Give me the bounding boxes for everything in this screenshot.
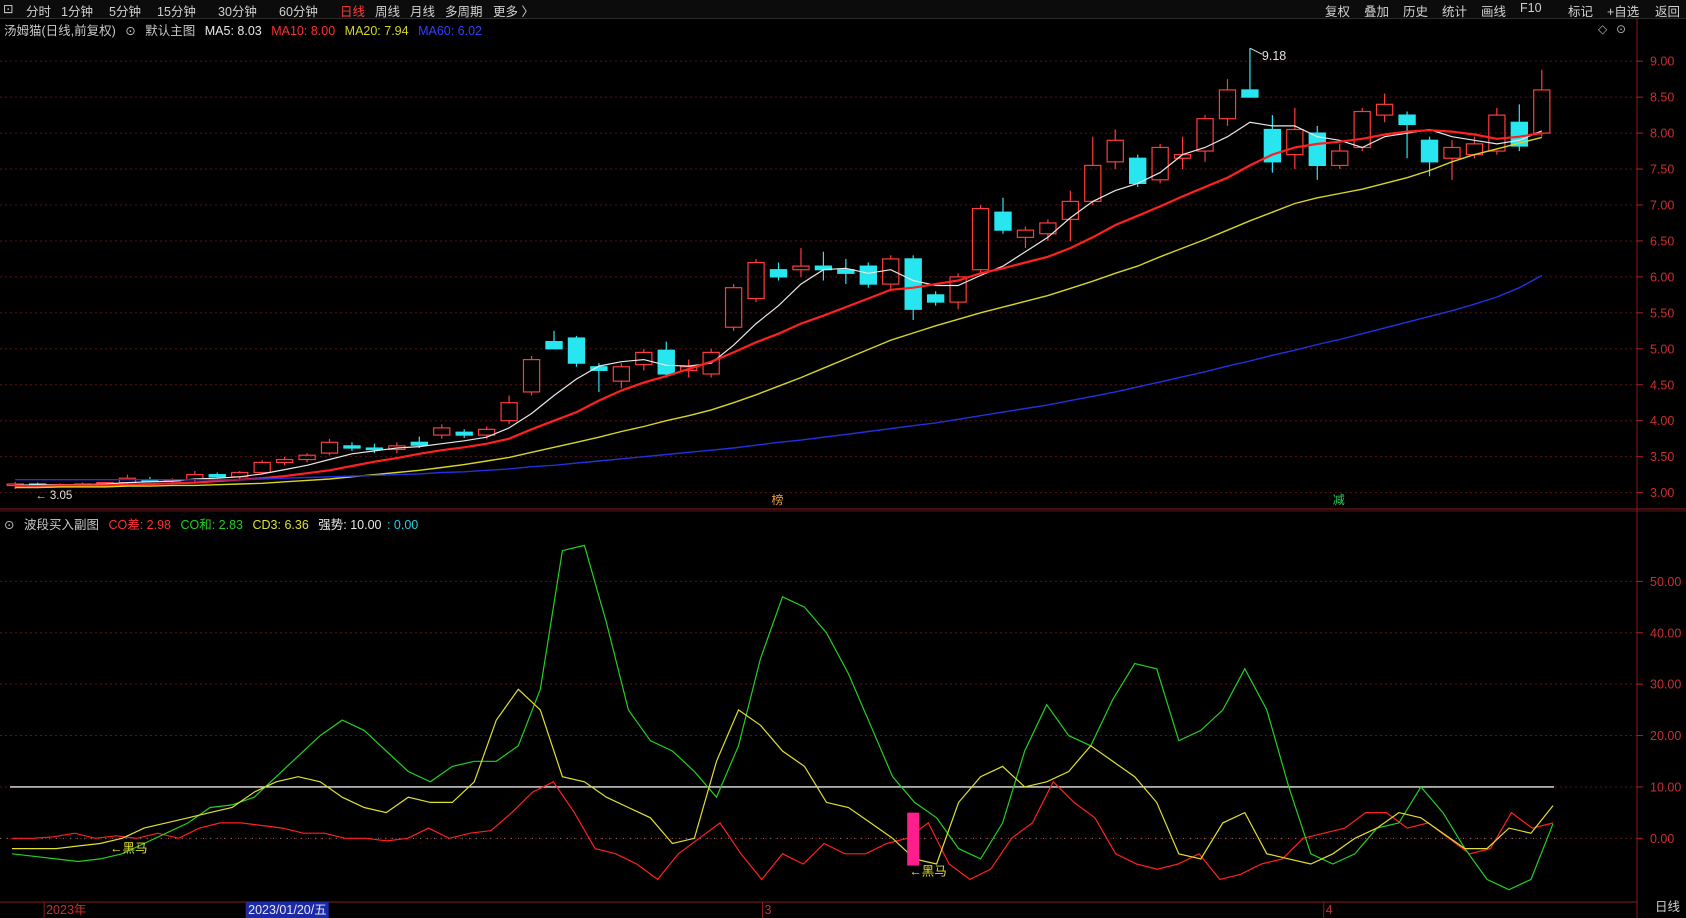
high-marker [1249,47,1263,55]
candle-body [657,349,675,375]
price-tick-label: 6.50 [1650,234,1674,248]
indicator-line-0 [12,780,1554,881]
candle-body [410,441,428,446]
candle-body [1218,89,1237,120]
price-tick-label: 5.00 [1650,342,1674,356]
candle-body [455,431,473,436]
heima-label: ←黑马 [110,842,148,856]
indicator-tick-label: 40.00 [1650,626,1681,640]
candle-body [1084,164,1102,202]
main-chart-legend: 汤姆猫(日线,前复权) ⊙ 默认主图 MA5: 8.03 MA10: 8.00 … [4,20,488,39]
candle-body [1375,103,1394,116]
target-icon: ⊙ [1616,22,1626,36]
candle-body [1241,89,1259,98]
indicator-tick-label: 50.00 [1650,575,1681,589]
price-tick-label: 8.50 [1650,91,1674,105]
candle-body [994,211,1012,231]
candle-body [253,461,271,474]
candle-body [1420,139,1439,163]
stock-title[interactable]: 汤姆猫(日线,前复权) [4,24,116,38]
candle-body [1398,114,1416,126]
candle-body [545,341,563,350]
price-tick-label: 3.00 [1650,486,1674,500]
candle-body [208,474,226,478]
indicator-line-2 [12,688,1554,865]
template-name[interactable]: 默认主图 [145,24,195,38]
sub-chart-legend: ⊙ 波段买入副图 CO差: 2.98 CO和: 2.83 CD3: 6.36 强… [4,514,424,533]
period-tab-daily[interactable]: 日线 [1655,896,1680,915]
ma60-value: MA60: 6.02 [418,24,483,38]
time-axis-label: 2023年 [46,903,86,917]
candle-body [343,445,361,449]
ma-line-ma10 [15,129,1542,488]
event-mark-jian: 减 [1333,493,1345,507]
candle-body [275,458,294,464]
price-tick-label: 3.50 [1650,450,1674,464]
collapse-icon[interactable]: ⊙ [4,518,14,532]
candle-body [1331,150,1349,167]
indicator-tick-label: 20.00 [1650,729,1681,743]
candle-body [612,366,631,382]
candle-body [1353,110,1371,149]
ma10-value: MA10: 8.00 [271,24,336,38]
co-diff-value: CO差: 2.98 [108,518,171,532]
price-tick-label: 7.50 [1650,163,1674,177]
price-tick-label: 5.50 [1650,306,1674,320]
candle-body [500,402,518,422]
candle-body [320,441,339,454]
ma-line-ma20 [15,136,1542,489]
price-tick-label: 6.00 [1650,270,1674,284]
candle-body [792,265,810,271]
candle-body [859,265,877,285]
price-tick-label: 8.00 [1650,127,1674,141]
kline-chart[interactable]: 3.00 3.50 4.00 4.50 5.00 5.50 6.00 6.50 7.00 7.50… [0,0,1686,918]
candle-body [1061,200,1080,220]
candle-body [926,294,945,303]
co-sum-value: CO和: 2.83 [180,518,244,532]
time-axis-label: 3 [765,903,772,917]
candle-body [365,447,384,451]
sub-chart-title[interactable]: 波段买入副图 [24,518,99,532]
diamond-icon: ◇ [1598,22,1608,36]
heima-label: ←黑马 [909,865,947,879]
candle-body [522,358,541,393]
ma5-value: MA5: 8.03 [204,24,262,38]
event-mark-bang: 榜 [772,492,784,507]
candle-body [1443,146,1461,159]
candle-body [837,269,855,274]
time-axis-label: 4 [1326,903,1333,917]
candle-body [635,351,653,366]
indicator-tick-label: 10.00 [1650,780,1681,794]
candle-body [1129,157,1147,185]
price-tick-label: 4.50 [1650,378,1674,392]
candle-body [747,261,765,300]
indicator-tick-label: 30.00 [1650,678,1681,692]
time-axis-label: 2023/01/20/五 [248,903,327,917]
ma-line-ma5 [15,121,1543,486]
candle-body [971,207,990,271]
price-tick-label: 7.00 [1650,198,1674,212]
buy-signal-bar [907,812,920,866]
candle-body [298,454,316,461]
low-price-label: ← 3.05 [35,490,72,502]
candle-body [1106,139,1124,163]
strength-value: 强势: 10.00 [318,518,382,532]
high-price-label: 9.18 [1262,49,1286,63]
price-tick-label: 4.00 [1650,414,1674,428]
candle-body [724,287,743,328]
cd3-value: CD3: 6.36 [252,518,309,532]
ma20-value: MA20: 7.94 [344,24,409,38]
price-tick-label: 9.00 [1650,55,1674,69]
settings-icon[interactable]: ⊙ [125,24,135,38]
strength2-value: : 0.00 [386,518,419,532]
indicator-tick-label: 0.00 [1650,832,1674,846]
candle-body [882,258,900,285]
candle-body [1533,89,1551,134]
candle-body [1196,118,1214,152]
candle-body [769,269,788,278]
candle-body [567,337,586,364]
candle-body [904,258,922,310]
candle-body [1016,229,1035,238]
candle-body [433,427,451,436]
